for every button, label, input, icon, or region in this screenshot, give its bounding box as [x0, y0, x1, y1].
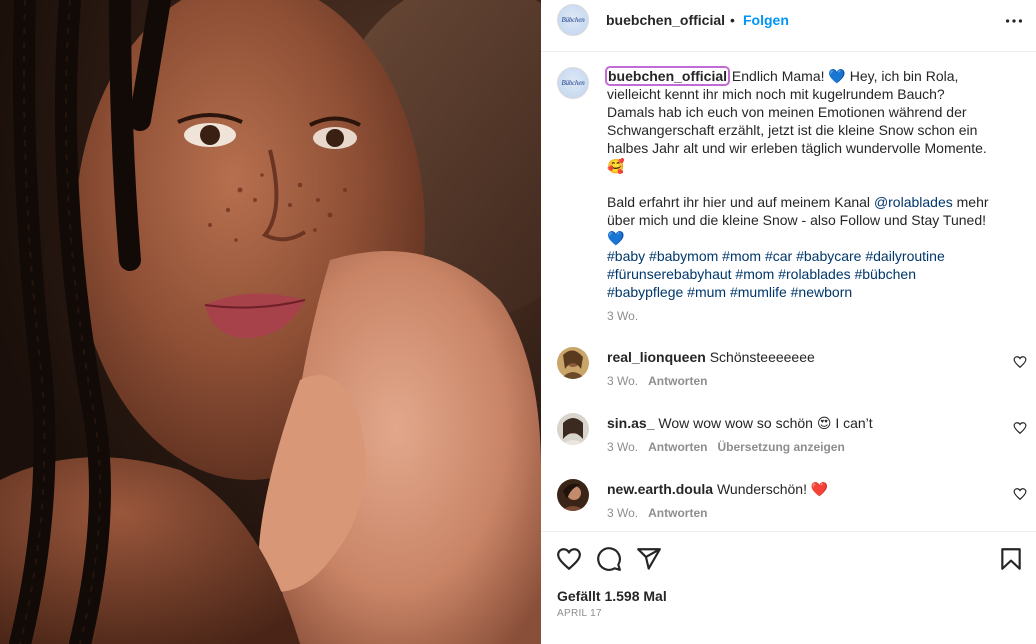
comment-text-line: real_lionqueen Schönsteeeeeee — [607, 349, 815, 365]
comment-body: Wow wow wow so schön 😍 I can’t — [658, 415, 873, 431]
comment-item: new.earth.doula Wunderschön! ❤️ 3 Wo. Ant… — [541, 479, 1036, 529]
comments-section[interactable]: Bübchen buebchen_official Endlich Mama! … — [541, 53, 1036, 531]
post-date[interactable]: April 17 — [557, 608, 602, 619]
instagram-post: Bübchen buebchen_official • Folgen Bübch… — [0, 0, 1036, 644]
brand-logo: Bübchen — [561, 79, 585, 87]
comment-timestamp[interactable]: 3 Wo. — [607, 440, 638, 454]
comment-text-line: new.earth.doula Wunderschön! ❤️ — [607, 481, 828, 498]
commenter-username[interactable]: real_lionqueen — [607, 349, 706, 365]
comment-item: real_lionqueen Schönsteeeeeee 3 Wo. Antwo… — [541, 347, 1036, 397]
comment-body: Wunderschön! ❤️ — [716, 481, 829, 497]
heart-icon[interactable] — [556, 546, 582, 572]
comment-heart-icon[interactable] — [1013, 421, 1027, 435]
reply-button[interactable]: Antworten — [648, 440, 707, 454]
comment-timestamp[interactable]: 3 Wo. — [607, 506, 638, 520]
caption-author-avatar[interactable]: Bübchen — [557, 67, 589, 99]
comment-text-line: sin.as_ Wow wow wow so schön 😍 I can’t — [607, 415, 873, 432]
post-photo[interactable] — [0, 0, 541, 644]
bookmark-icon[interactable] — [998, 546, 1024, 572]
hashtags[interactable]: #baby #babymom #mom #car #babycare #dail… — [607, 248, 945, 264]
post-actions: Gefällt 1.598 Mal April 17 — [541, 531, 1036, 644]
author-username[interactable]: buebchen_official — [606, 12, 725, 28]
comment-meta: 3 Wo. Antworten — [607, 506, 717, 520]
translate-button[interactable]: Übersetzung anzeigen — [717, 440, 844, 454]
post-header: Bübchen buebchen_official • Folgen — [541, 0, 1036, 52]
reply-button[interactable]: Antworten — [648, 506, 707, 520]
reply-button[interactable]: Antworten — [648, 374, 707, 388]
hashtags[interactable]: #babypflege #mum #mumlife #newborn — [607, 284, 852, 300]
caption-text: Endlich Mama! 💙 Hey, ich bin Rola, viell… — [607, 68, 987, 210]
commenter-username[interactable]: new.earth.doula — [607, 481, 713, 497]
brand-logo: Bübchen — [561, 16, 585, 24]
mother-and-baby-photo — [0, 0, 541, 644]
commenter-username[interactable]: sin.as_ — [607, 415, 654, 431]
caption-author-username[interactable]: buebchen_official — [604, 66, 731, 86]
comment-body: Schönsteeeeeee — [709, 349, 815, 365]
follow-button[interactable]: Folgen — [743, 12, 789, 28]
caption-mention-link[interactable]: @rolablades — [874, 194, 953, 210]
author-avatar[interactable]: Bübchen — [557, 4, 589, 36]
comment-icon[interactable] — [596, 546, 622, 572]
share-icon[interactable] — [636, 546, 662, 572]
comment-meta: 3 Wo. Antworten Übersetzung anzeigen — [607, 440, 855, 454]
comment-heart-icon[interactable] — [1013, 355, 1027, 369]
commenter-avatar[interactable] — [557, 479, 589, 511]
commenter-avatar[interactable] — [557, 347, 589, 379]
post-side-panel: Bübchen buebchen_official • Folgen Bübch… — [541, 0, 1036, 644]
more-options-icon[interactable] — [1003, 10, 1025, 32]
comment-heart-icon[interactable] — [1013, 487, 1027, 501]
comment-timestamp[interactable]: 3 Wo. — [607, 374, 638, 388]
commenter-avatar[interactable] — [557, 413, 589, 445]
hashtags[interactable]: #fürunserebabyhaut #mom #rolablades #büb… — [607, 266, 916, 282]
comment-meta: 3 Wo. Antworten — [607, 374, 717, 388]
caption-timestamp[interactable]: 3 Wo. — [607, 309, 638, 323]
header-separator: • — [730, 12, 735, 28]
likes-count[interactable]: Gefällt 1.598 Mal — [557, 588, 667, 604]
post-caption: buebchen_official Endlich Mama! 💙 Hey, i… — [604, 66, 1007, 301]
comment-item: sin.as_ Wow wow wow so schön 😍 I can’t 3… — [541, 413, 1036, 463]
